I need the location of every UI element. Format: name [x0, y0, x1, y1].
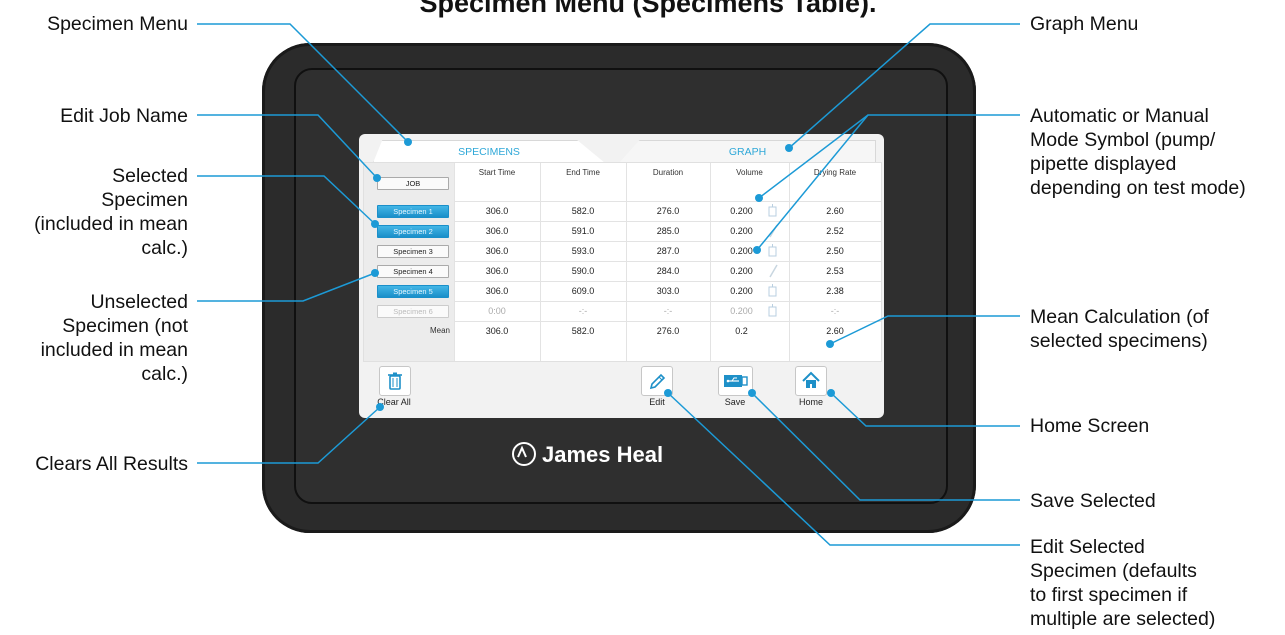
- callout-line-save: [751, 392, 1020, 501]
- callout-line-selected: [197, 175, 376, 225]
- callout-line-specimen-menu: [197, 23, 409, 143]
- callout-line-mode-b: [756, 114, 869, 251]
- callout-line-unselected: [197, 272, 376, 302]
- callout-line-home: [830, 392, 1020, 427]
- callout-line-mode-a: [758, 114, 1020, 199]
- callout-lines: [197, 23, 1020, 546]
- callout-line-edit-job: [197, 114, 378, 179]
- callout-line-edit: [667, 392, 1020, 546]
- callout-line-clears-all: [197, 406, 381, 464]
- callout-line-graph: [788, 23, 1020, 149]
- callout-line-mean: [829, 315, 1020, 345]
